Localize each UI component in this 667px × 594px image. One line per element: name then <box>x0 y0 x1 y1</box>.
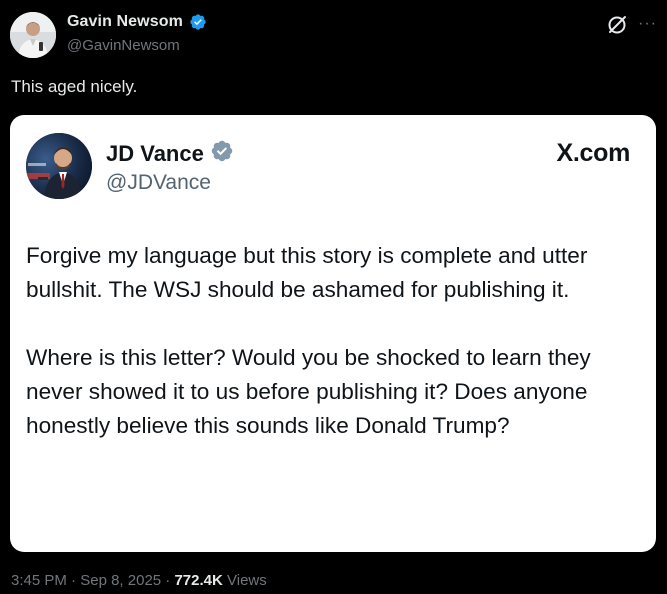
views-label: Views <box>227 572 267 589</box>
meta-separator: · <box>165 572 171 589</box>
author-avatar[interactable] <box>10 12 56 58</box>
quoted-author-avatar[interactable] <box>26 133 92 199</box>
brand-label: X.com <box>556 139 630 167</box>
more-icon[interactable]: ··· <box>638 14 658 34</box>
post-screenshot: Gavin Newsom @GavinNewsom ··· This aged … <box>0 0 667 594</box>
post-date[interactable]: Sep 8, 2025 <box>80 572 161 589</box>
grok-icon[interactable] <box>606 14 628 36</box>
person-avatar-icon <box>26 133 92 199</box>
views-count: 772.4K <box>174 572 223 589</box>
verified-badge-icon <box>210 139 234 168</box>
person-avatar-icon <box>10 12 56 58</box>
meta-separator: · <box>71 572 77 589</box>
author-name[interactable]: Gavin Newsom <box>67 13 183 31</box>
post-time[interactable]: 3:45 PM <box>11 572 67 589</box>
author-handle[interactable]: @GavinNewsom <box>67 37 180 54</box>
quoted-author-name[interactable]: JD Vance <box>106 141 204 167</box>
quoted-author-name-row[interactable]: JD Vance <box>106 139 234 168</box>
quoted-post-body: Forgive my language but this story is co… <box>26 239 641 443</box>
quoted-paragraph: Forgive my language but this story is co… <box>26 243 588 302</box>
verified-badge-icon <box>189 13 207 31</box>
quoted-post-card[interactable]: JD Vance @JDVance X.com Forgive my langu… <box>10 115 656 552</box>
post-text: This aged nicely. <box>11 77 138 96</box>
post-meta: 3:45 PM · Sep 8, 2025 · 772.4K Views <box>11 572 267 589</box>
quoted-author-handle[interactable]: @JDVance <box>106 171 211 195</box>
author-name-row[interactable]: Gavin Newsom <box>67 13 207 31</box>
quoted-paragraph: Where is this letter? Would you be shock… <box>26 345 591 438</box>
